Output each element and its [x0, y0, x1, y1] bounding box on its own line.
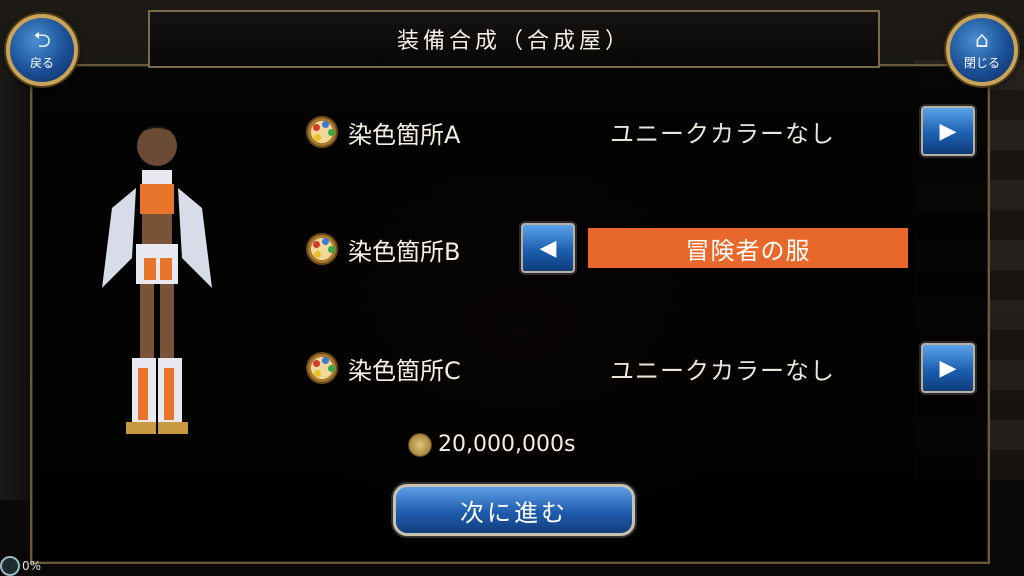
arrow-right-icon: ▶ [939, 355, 957, 381]
title-bar: 装備合成（合成屋） [148, 10, 880, 68]
palette-icon [306, 352, 338, 384]
back-arrow-icon: ⮌ [33, 27, 51, 53]
dye-value-c: ユニークカラーなし [610, 357, 835, 385]
dye-row-label: 染色箇所A [348, 120, 461, 149]
dye-row-a: 染色箇所A [306, 112, 460, 152]
dye-row-label: 染色箇所B [348, 237, 461, 266]
next-button[interactable]: 次に進む [393, 484, 635, 536]
close-button[interactable]: ⌂ 閉じる [946, 14, 1018, 86]
prev-color-button-b[interactable]: ◀ [521, 223, 575, 273]
palette-icon [306, 116, 338, 148]
dye-row-label: 染色箇所C [348, 356, 461, 385]
house-icon: ⌂ [975, 27, 989, 53]
close-label: 閉じる [963, 55, 1000, 70]
status-percent: 0% [22, 559, 42, 573]
palette-icon [306, 233, 338, 265]
selected-color-bar[interactable]: 冒険者の服 [588, 228, 908, 268]
dye-row-b: 染色箇所B [306, 229, 460, 269]
arrow-left-icon: ◀ [539, 235, 557, 261]
page-title: 装備合成（合成屋） [396, 29, 631, 54]
back-button[interactable]: ⮌ 戻る [6, 14, 78, 86]
dye-value-b: 冒険者の服 [685, 236, 811, 265]
price-text: 20,000,000s [438, 432, 576, 457]
character-preview [102, 126, 212, 434]
next-color-button-c[interactable]: ▶ [921, 343, 975, 393]
dye-value-a: ユニークカラーなし [610, 120, 835, 148]
status-indicator: 0% [0, 556, 41, 576]
coin-icon [408, 432, 432, 457]
back-label: 戻る [29, 55, 54, 70]
next-button-label: 次に進む [460, 498, 568, 527]
next-color-button-a[interactable]: ▶ [921, 106, 975, 156]
arrow-right-icon: ▶ [939, 118, 957, 144]
price-display: 20,000,000s [408, 432, 575, 457]
progress-ring-icon [0, 556, 20, 576]
dye-row-c: 染色箇所C [306, 348, 461, 388]
